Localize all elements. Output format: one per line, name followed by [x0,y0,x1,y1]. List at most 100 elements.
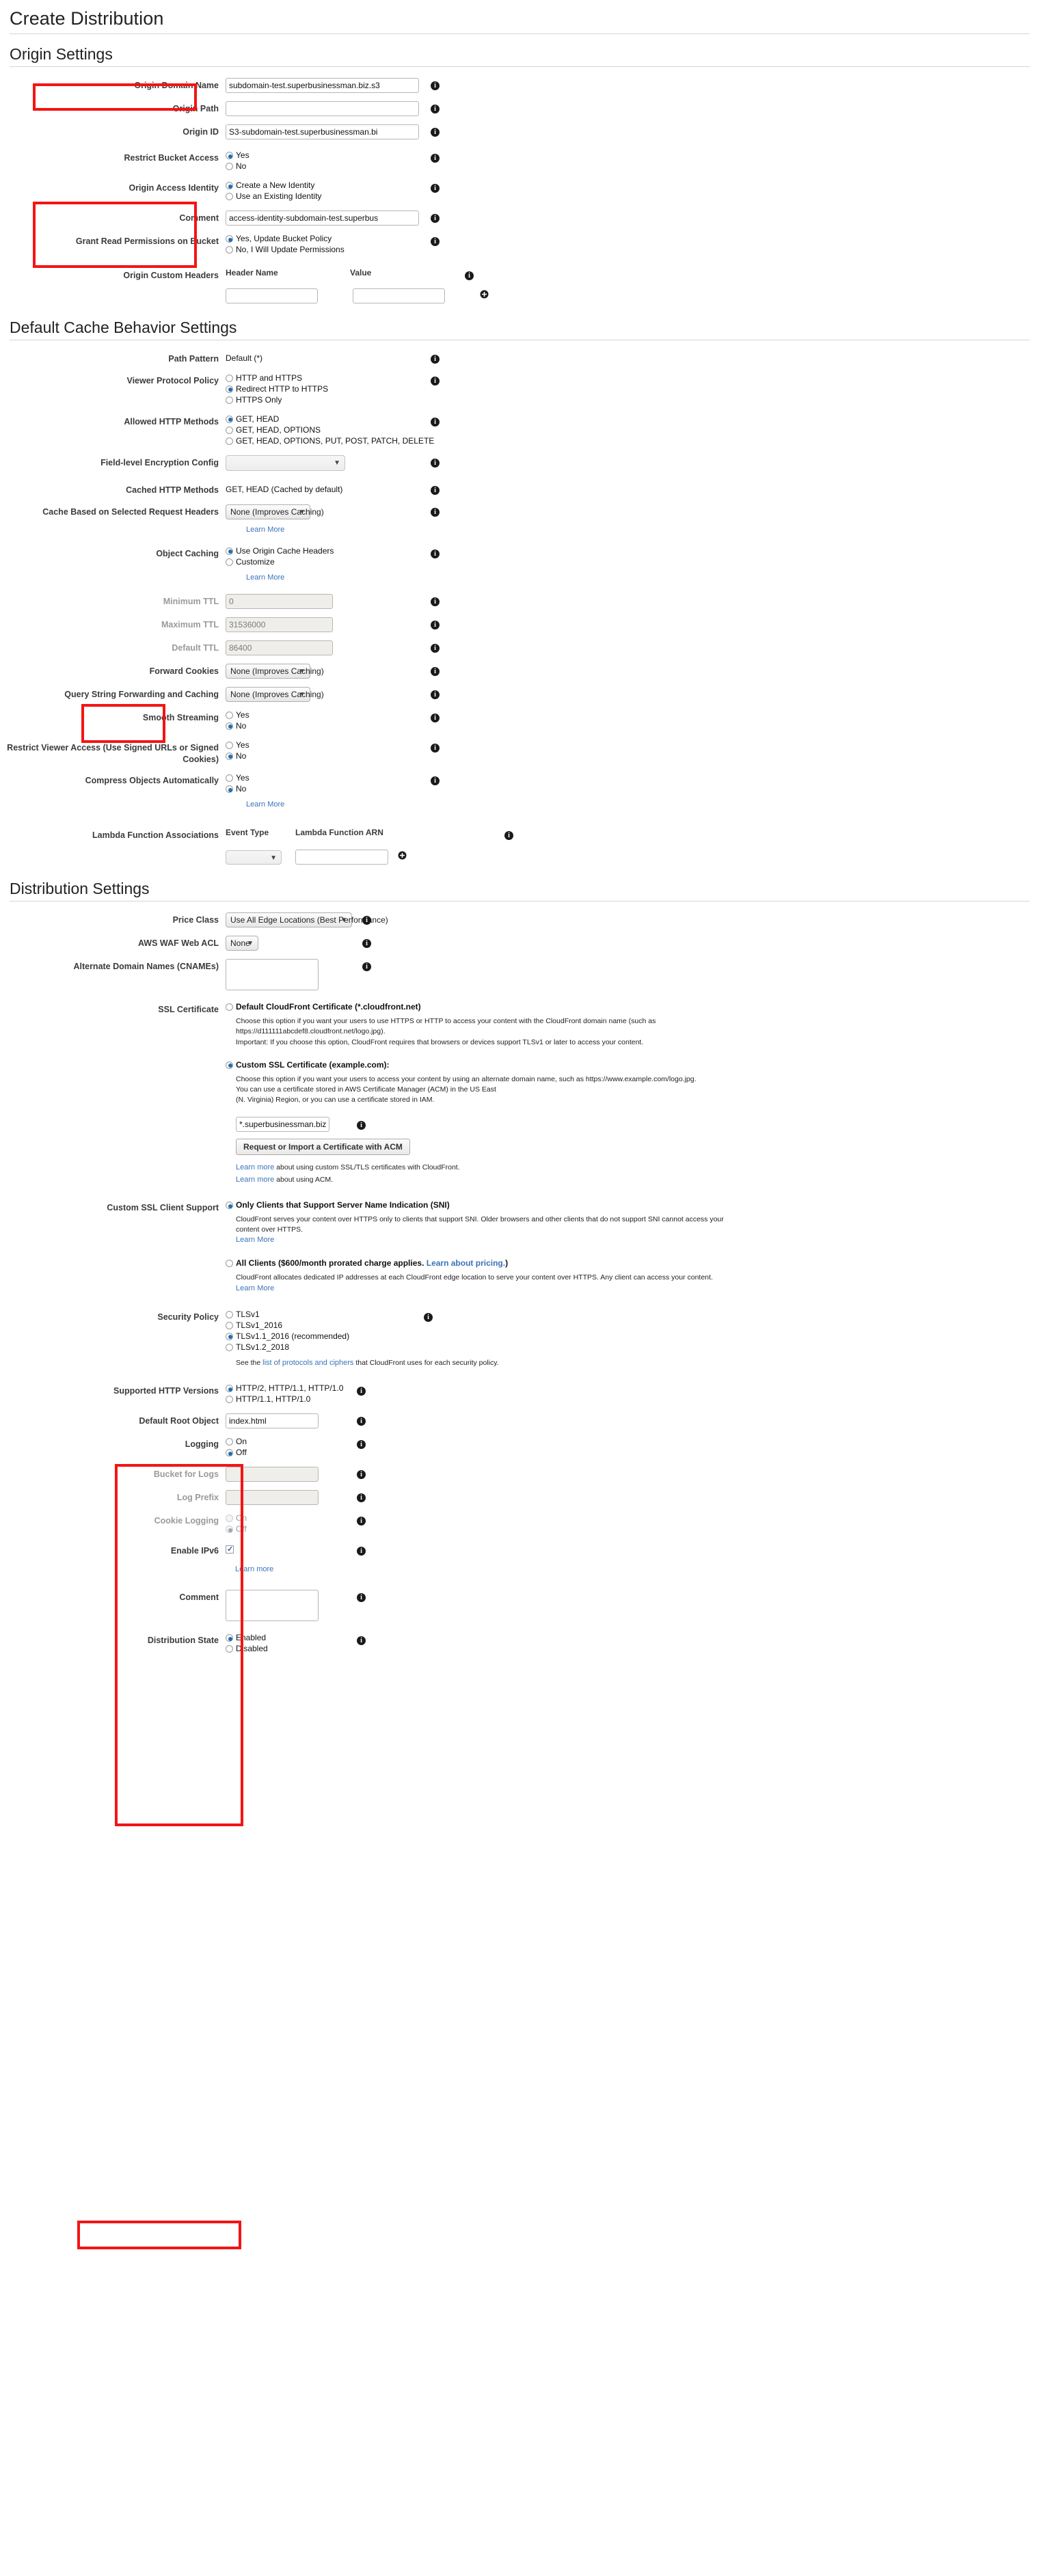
default-root-object-input[interactable] [226,1413,319,1429]
radio-icon[interactable] [226,1515,233,1523]
origin-domain-name-info-icon[interactable]: i [431,80,440,90]
distribution-state-info-icon[interactable]: i [357,1635,366,1646]
enable-ipv6-checkbox[interactable] [226,1545,234,1554]
maximum-ttl-input[interactable] [226,616,333,632]
bucket-for-logs-info-icon[interactable]: i [357,1469,366,1480]
distribution-state-option-disabled[interactable]: Disabled [226,1644,268,1654]
radio-icon[interactable] [226,774,233,783]
radio-icon[interactable] [226,182,233,189]
radio-icon[interactable] [226,415,233,423]
grant-read-permissions-option-yes[interactable]: Yes, Update Bucket Policy [226,234,345,244]
enable-ipv6-learn-more-link[interactable]: Learn more [235,1565,273,1573]
radio-icon[interactable] [226,437,233,445]
compress-objects-option-no[interactable]: No [226,784,284,794]
ssl-client-option-sni[interactable]: Only Clients that Support Server Name In… [226,1200,1012,1210]
origin-custom-headers-info-icon[interactable]: i [465,270,474,280]
object-caching-option-use-origin-headers[interactable]: Use Origin Cache Headers [226,546,334,556]
cookie-logging-option-on[interactable]: On [226,1513,247,1523]
radio-icon[interactable] [226,1385,233,1393]
enable-ipv6-info-icon[interactable]: i [357,1545,366,1556]
default-ttl-input[interactable] [226,640,333,655]
add-lambda-association-button[interactable] [398,851,407,863]
radio-icon[interactable] [226,385,233,393]
forward-cookies-select[interactable]: None (Improves Caching) ▼ [226,663,324,679]
ssl-learn-more-custom-link[interactable]: Learn more [236,1163,274,1171]
price-class-select[interactable]: Use All Edge Locations (Best Performance… [226,912,388,928]
default-root-object-info-icon[interactable]: i [357,1415,366,1426]
minimum-ttl-info-icon[interactable]: i [431,596,440,606]
default-ttl-info-icon[interactable]: i [431,642,440,653]
compress-objects-option-yes[interactable]: Yes [226,773,284,783]
object-caching-option-customize[interactable]: Customize [226,557,334,567]
origin-id-input[interactable] [226,124,419,139]
price-class-info-icon[interactable]: i [362,914,371,925]
radio-icon[interactable] [226,1343,233,1351]
path-pattern-info-icon[interactable]: i [431,353,440,364]
restrict-bucket-access-option-no[interactable]: No [226,161,249,172]
allowed-http-methods-option-get-head[interactable]: GET, HEAD [226,414,434,424]
field-level-encryption-select[interactable]: ▼ [226,455,345,471]
radio-icon[interactable] [226,1645,233,1653]
log-prefix-input[interactable] [226,1490,319,1506]
radio-icon[interactable] [226,193,233,200]
distribution-comment-textarea[interactable] [226,1590,319,1622]
radio-icon[interactable] [226,374,233,382]
cache-based-on-headers-learn-more-link[interactable]: Learn More [246,526,284,534]
allowed-http-methods-option-all[interactable]: GET, HEAD, OPTIONS, PUT, POST, PATCH, DE… [226,436,434,446]
smooth-streaming-option-yes[interactable]: Yes [226,710,249,720]
maximum-ttl-info-icon[interactable]: i [431,619,440,629]
radio-icon[interactable] [226,1321,233,1329]
security-policy-info-icon[interactable]: i [424,1312,433,1322]
radio-icon[interactable] [226,163,233,170]
waf-web-acl-select[interactable]: None ▼ [226,936,258,951]
origin-access-identity-option-create-new[interactable]: Create a New Identity [226,180,321,191]
ssl-certificate-option-custom[interactable]: Custom SSL Certificate (example.com): [226,1060,1012,1070]
protocols-and-ciphers-link[interactable]: list of protocols and ciphers [262,1359,353,1367]
radio-icon[interactable] [226,722,233,730]
radio-icon[interactable] [226,1396,233,1404]
radio-icon[interactable] [226,426,233,434]
radio-icon[interactable] [226,1526,233,1534]
logging-option-off[interactable]: Off [226,1448,247,1458]
cache-based-on-headers-select[interactable]: None (Improves Caching) ▼ [226,504,324,519]
radio-icon[interactable] [226,1634,233,1642]
radio-icon[interactable] [226,1202,233,1209]
sni-learn-more-link[interactable]: Learn More [236,1236,274,1244]
radio-icon[interactable] [226,396,233,404]
origin-access-identity-info-icon[interactable]: i [431,182,440,193]
allowed-http-methods-info-icon[interactable]: i [431,416,440,426]
ssl-certificate-select-input[interactable] [236,1116,329,1132]
radio-icon[interactable] [226,1449,233,1457]
ssl-certificate-option-default-cloudfront[interactable]: Default CloudFront Certificate (*.cloudf… [226,1002,1012,1012]
grant-read-permissions-option-no[interactable]: No, I Will Update Permissions [226,245,345,255]
supported-http-versions-option-http11[interactable]: HTTP/1.1, HTTP/1.0 [226,1394,343,1405]
lambda-arn-input[interactable] [295,850,388,865]
forward-cookies-info-icon[interactable]: i [431,666,440,676]
origin-id-info-icon[interactable]: i [431,126,440,137]
smooth-streaming-option-no[interactable]: No [226,721,249,731]
query-string-forwarding-select[interactable]: None (Improves Caching) ▼ [226,686,324,702]
object-caching-learn-more-link[interactable]: Learn More [246,573,284,582]
radio-icon[interactable] [226,1332,233,1340]
distribution-comment-info-icon[interactable]: i [357,1592,366,1603]
ssl-learn-more-acm-link[interactable]: Learn more [236,1176,274,1184]
origin-access-identity-option-use-existing[interactable]: Use an Existing Identity [226,191,321,202]
radio-icon[interactable] [226,785,233,794]
radio-icon[interactable] [226,711,233,719]
bucket-for-logs-input[interactable] [226,1467,319,1482]
supported-http-versions-option-http2[interactable]: HTTP/2, HTTP/1.1, HTTP/1.0 [226,1383,343,1394]
restrict-bucket-access-option-yes[interactable]: Yes [226,150,249,161]
request-import-certificate-acm-button[interactable]: Request or Import a Certificate with ACM [236,1138,410,1155]
alternate-domain-names-info-icon[interactable]: i [362,961,371,972]
viewer-protocol-policy-info-icon[interactable]: i [431,375,440,385]
viewer-protocol-option-redirect-http-to-https[interactable]: Redirect HTTP to HTTPS [226,384,328,394]
grant-read-permissions-info-icon[interactable]: i [431,236,440,246]
cookie-logging-info-icon[interactable]: i [357,1515,366,1526]
query-string-forwarding-info-icon[interactable]: i [431,689,440,699]
lambda-associations-info-icon[interactable]: i [504,830,513,841]
security-policy-option-tlsv1-2016[interactable]: TLSv1_2016 [226,1320,841,1331]
lambda-event-type-select[interactable]: ▼ [226,850,282,865]
custom-header-value-input[interactable] [353,288,445,303]
origin-domain-name-input[interactable] [226,78,419,93]
origin-path-input[interactable] [226,101,419,116]
